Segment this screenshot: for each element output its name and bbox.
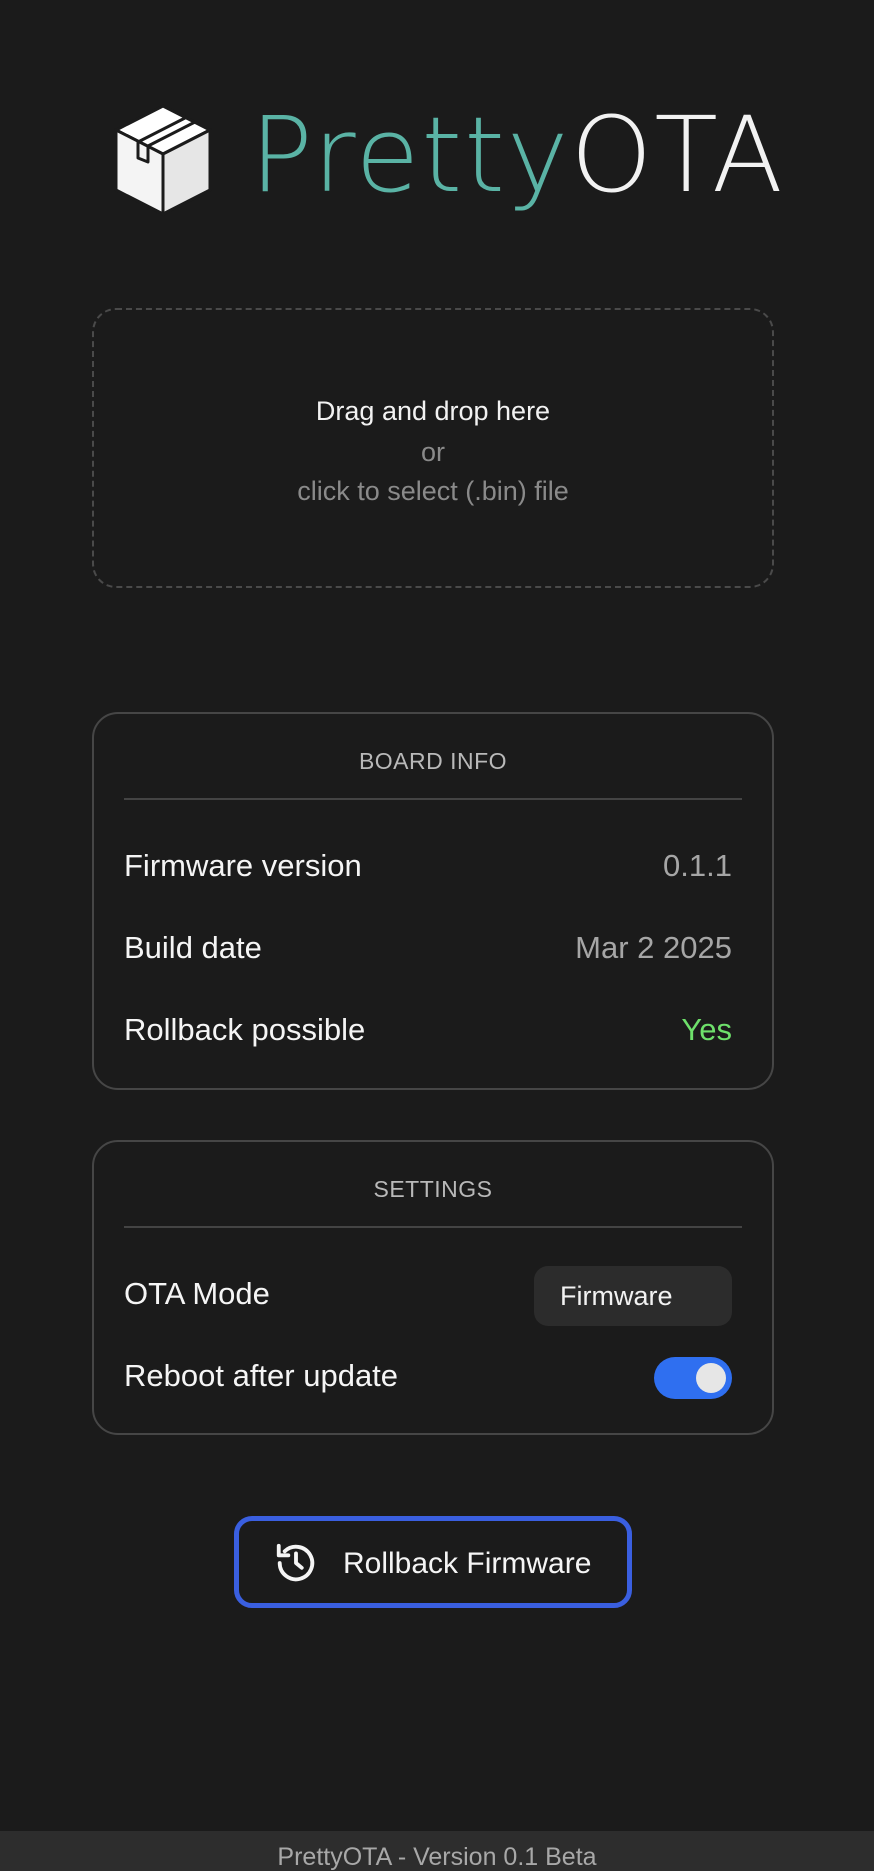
package-box-icon: [114, 104, 212, 216]
board-info-title: BOARD INFO: [124, 748, 742, 800]
rollback-firmware-button[interactable]: Rollback Firmware: [234, 1516, 632, 1608]
firmware-version-value: 0.1.1: [663, 848, 732, 883]
logo-wordmark: PrettyOTA: [250, 98, 785, 212]
settings-card: SETTINGS OTA Mode Firmware Reboot after …: [92, 1140, 774, 1435]
rollback-possible-label: Rollback possible: [124, 1012, 366, 1047]
logo-text-pretty: Pretty: [250, 94, 571, 216]
build-date-value: Mar 2 2025: [575, 930, 732, 965]
dropzone-title: Drag and drop here: [315, 396, 551, 426]
firmware-version-label: Firmware version: [124, 848, 362, 883]
app-logo: PrettyOTA: [112, 98, 783, 220]
rollback-firmware-label: Rollback Firmware: [343, 1547, 592, 1580]
rollback-possible-value: Yes: [681, 1012, 732, 1047]
history-icon: [276, 1543, 315, 1582]
settings-title: SETTINGS: [124, 1176, 742, 1228]
reboot-after-update-toggle[interactable]: [654, 1357, 732, 1399]
board-info-card: BOARD INFO Firmware version 0.1.1 Build …: [92, 712, 774, 1090]
footer-version-text: PrettyOTA - Version 0.1 Beta: [0, 1831, 874, 1871]
ota-mode-label: OTA Mode: [124, 1276, 270, 1311]
reboot-after-update-label: Reboot after update: [124, 1358, 399, 1393]
dropzone-select-hint: click to select (.bin) file: [297, 476, 569, 506]
logo-text-ota: OTA: [570, 94, 785, 216]
build-date-label: Build date: [124, 930, 262, 965]
dropzone-or: or: [420, 437, 445, 467]
ota-mode-select[interactable]: Firmware: [534, 1266, 732, 1326]
toggle-knob: [696, 1363, 726, 1393]
file-dropzone[interactable]: Drag and drop here or click to select (.…: [92, 308, 774, 588]
